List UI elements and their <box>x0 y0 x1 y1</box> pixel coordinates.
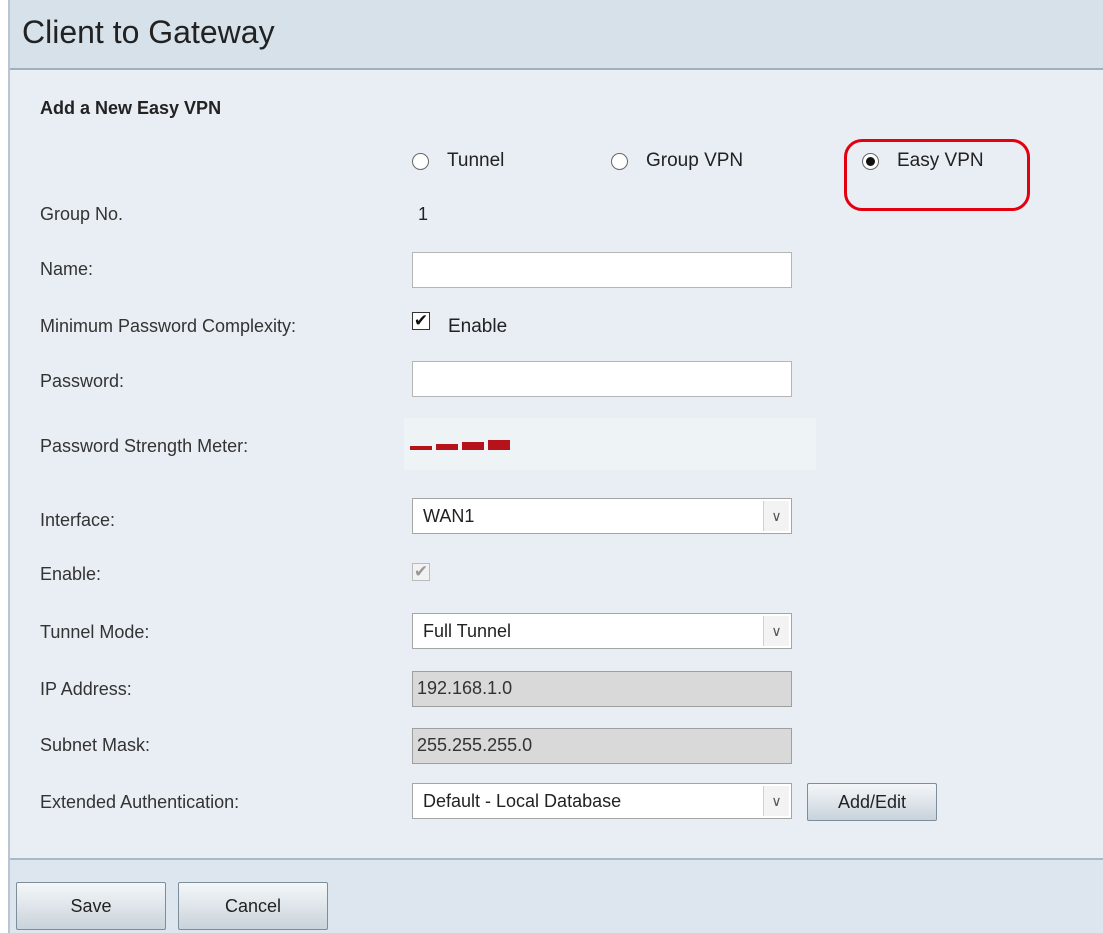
interface-select[interactable]: WAN1 ∨ <box>412 498 792 534</box>
easy-vpn-form-section: Add a New Easy VPN Tunnel Group VPN Easy… <box>10 70 1103 860</box>
radio-tunnel-control[interactable] <box>412 152 429 170</box>
enable-label: Enable: <box>40 564 102 584</box>
page-title: Client to Gateway <box>22 14 275 50</box>
section-title: Add a New Easy VPN <box>40 98 222 118</box>
strength-segment <box>410 446 432 450</box>
chevron-down-icon[interactable]: ∨ <box>763 501 789 531</box>
password-strength-label: Password Strength Meter: <box>40 436 249 456</box>
radio-group-vpn-control[interactable] <box>611 152 628 170</box>
extended-auth-select-value: Default - Local Database <box>423 791 622 811</box>
name-input[interactable] <box>412 252 792 288</box>
chevron-down-icon[interactable]: ∨ <box>763 616 789 646</box>
name-label: Name: <box>40 259 94 279</box>
strength-segment <box>488 440 510 450</box>
ip-address-field: 192.168.1.0 <box>412 671 792 707</box>
group-no-value: 1 <box>418 204 429 224</box>
enable-checkbox: ✔ <box>412 562 430 581</box>
radio-group-vpn-label: Group VPN <box>646 150 744 171</box>
tunnel-mode-label: Tunnel Mode: <box>40 622 150 642</box>
page-frame: Client to Gateway Add a New Easy VPN Tun… <box>8 0 1103 933</box>
title-bar: Client to Gateway <box>10 0 1103 70</box>
radio-tunnel-label: Tunnel <box>447 150 505 171</box>
extended-auth-select[interactable]: Default - Local Database ∨ <box>412 783 792 819</box>
easy-vpn-highlight-annotation <box>844 139 1030 211</box>
interface-select-value: WAN1 <box>423 506 475 526</box>
strength-segment <box>436 444 458 450</box>
interface-label: Interface: <box>40 510 116 530</box>
min-password-complexity-label: Minimum Password Complexity: <box>40 316 297 336</box>
footer: Save Cancel <box>10 860 1103 933</box>
password-input[interactable] <box>412 361 792 397</box>
ip-address-label: IP Address: <box>40 679 132 699</box>
cancel-button[interactable]: Cancel <box>178 882 328 930</box>
radio-group-vpn[interactable]: Group VPN <box>611 150 743 172</box>
add-edit-button[interactable]: Add/Edit <box>807 783 937 821</box>
tunnel-mode-select-value: Full Tunnel <box>423 621 512 641</box>
group-no-label: Group No. <box>40 204 124 224</box>
subnet-mask-label: Subnet Mask: <box>40 735 151 755</box>
subnet-mask-field: 255.255.255.0 <box>412 728 792 764</box>
password-strength-meter <box>404 418 816 470</box>
min-password-complexity-enable-label: Enable <box>448 316 508 337</box>
save-button[interactable]: Save <box>16 882 166 930</box>
tunnel-mode-select[interactable]: Full Tunnel ∨ <box>412 613 792 649</box>
strength-segment <box>462 442 484 450</box>
radio-tunnel[interactable]: Tunnel <box>412 150 504 172</box>
password-label: Password: <box>40 371 125 391</box>
extended-auth-label: Extended Authentication: <box>40 792 240 812</box>
chevron-down-icon[interactable]: ∨ <box>763 786 789 816</box>
min-password-complexity-checkbox[interactable]: ✔ <box>412 312 430 330</box>
